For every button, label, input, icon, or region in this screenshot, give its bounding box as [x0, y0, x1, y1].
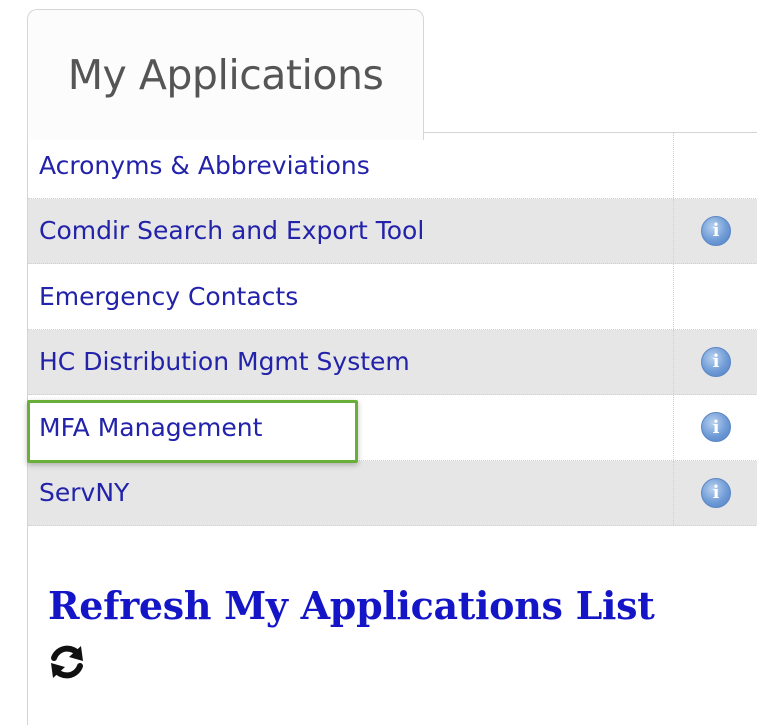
refresh-icon[interactable]	[46, 641, 88, 683]
list-item: Emergency Contacts	[28, 264, 757, 330]
info-cell	[673, 264, 757, 329]
info-icon[interactable]: i	[701, 215, 731, 246]
list-item: Acronyms & Abbreviations	[28, 133, 757, 199]
list-item: ServNY i	[28, 460, 757, 526]
list-item: MFA Management i	[28, 395, 757, 461]
app-link-servny[interactable]: ServNY	[39, 461, 673, 526]
list-item: Comdir Search and Export Tool i	[28, 198, 757, 264]
list-item: HC Distribution Mgmt System i	[28, 329, 757, 395]
tab-my-applications[interactable]: My Applications	[27, 9, 424, 140]
app-link-emergency-contacts[interactable]: Emergency Contacts	[39, 264, 673, 329]
tab-label: My Applications	[67, 51, 384, 99]
info-icon[interactable]: i	[701, 412, 731, 443]
app-link-hc-distribution[interactable]: HC Distribution Mgmt System	[39, 330, 673, 395]
info-icon[interactable]: i	[701, 346, 731, 377]
applications-list: Acronyms & Abbreviations Comdir Search a…	[28, 133, 757, 526]
applications-panel: Acronyms & Abbreviations Comdir Search a…	[27, 132, 757, 726]
app-link-comdir[interactable]: Comdir Search and Export Tool	[39, 199, 673, 264]
info-cell: i	[673, 198, 757, 263]
info-cell	[673, 133, 757, 198]
info-icon[interactable]: i	[701, 477, 731, 508]
refresh-list-link[interactable]: Refresh My Applications List	[48, 583, 655, 628]
info-cell: i	[673, 329, 757, 394]
info-cell: i	[673, 395, 757, 460]
refresh-area: Refresh My Applications List	[28, 533, 757, 726]
app-link-acronyms[interactable]: Acronyms & Abbreviations	[39, 133, 673, 198]
app-link-mfa-management[interactable]: MFA Management	[39, 395, 673, 460]
info-cell: i	[673, 460, 757, 525]
